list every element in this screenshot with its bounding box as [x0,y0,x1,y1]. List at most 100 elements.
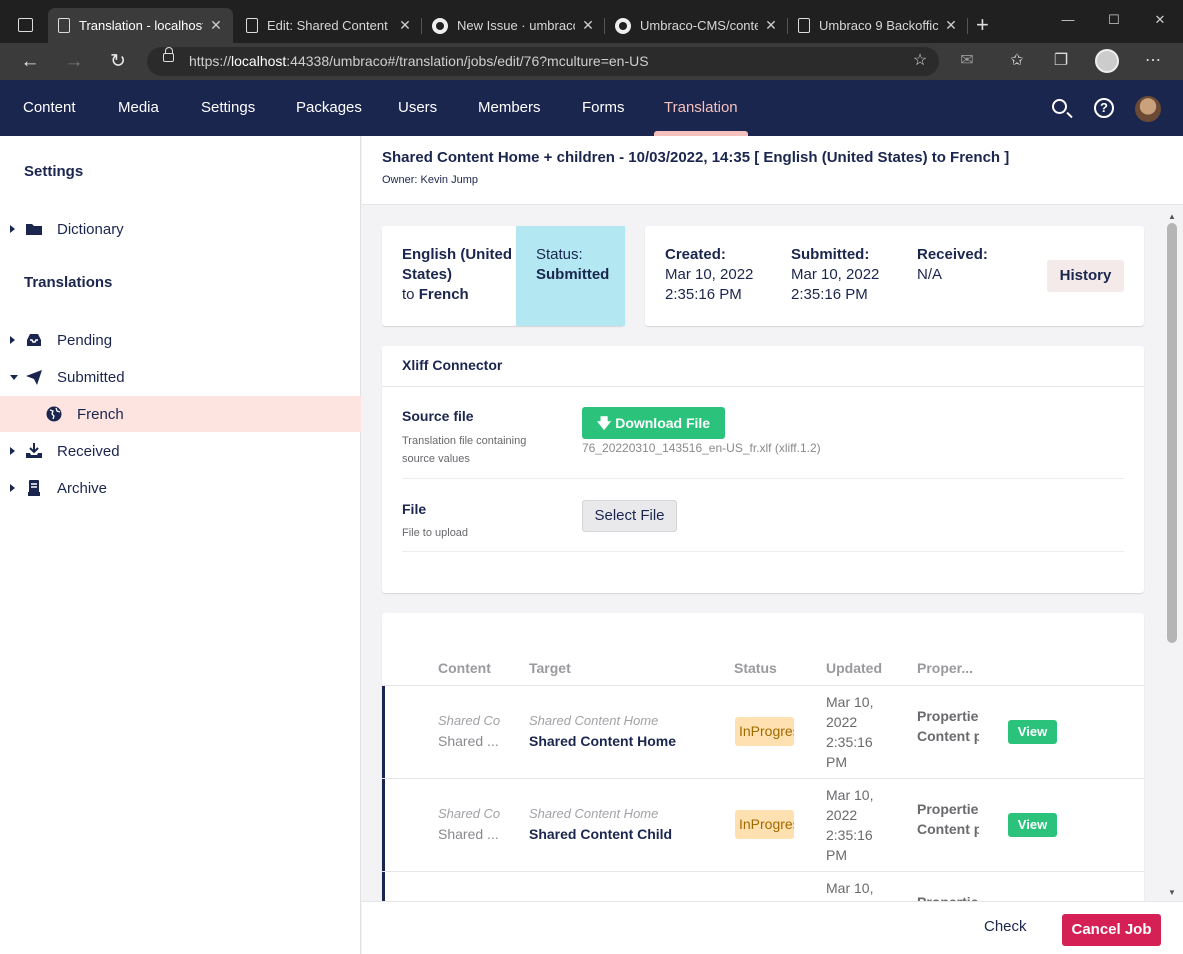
back-arrow-icon[interactable]: ← [17,49,43,75]
help-icon[interactable]: ? [1094,98,1114,118]
refresh-icon[interactable]: ↻ [105,49,131,75]
close-icon[interactable]: ✕ [209,17,223,34]
download-file-button[interactable]: 🡇 Download File [582,407,725,439]
tab-actions-icon[interactable] [18,18,33,32]
close-icon[interactable]: ✕ [581,17,595,34]
scroll-up-icon[interactable]: ▲ [1168,212,1176,221]
new-tab-icon[interactable]: + [976,14,989,36]
section-translation[interactable]: Translation [664,80,738,136]
column-header-status[interactable]: Status [734,660,777,676]
page-title: Shared Content Home + children - 10/03/2… [382,149,1010,166]
target-path: Shared Content Home [529,713,659,728]
updated-line: 2:35:16 [826,827,873,843]
caret-right-icon[interactable] [10,484,15,492]
received-info: Received: N/A [917,245,988,285]
close-icon[interactable]: ✕ [764,17,778,34]
tab-translation[interactable]: Translation - localhost ✕ [48,8,233,43]
lock-icon[interactable] [163,47,174,62]
github-icon [432,17,448,34]
more-menu-icon[interactable]: ⋯ [1142,51,1164,71]
section-content[interactable]: Content [23,80,76,136]
close-icon[interactable]: ✕ [398,17,412,34]
cancel-job-button[interactable]: Cancel Job [1062,914,1161,946]
user-avatar[interactable] [1135,96,1161,122]
document-icon [798,18,810,33]
editor-content[interactable]: English (United States) to French Status… [362,206,1183,901]
tab-new-issue[interactable]: New Issue · umbraco/Umbraco-CMS ✕ [422,8,605,43]
target-path: Shared Content Home [529,806,659,821]
column-header-properties[interactable]: Proper... [917,660,973,676]
tab-umbraco-9-backoffice[interactable]: Umbraco 9 Backoffice ✕ [788,8,968,43]
table-row[interactable]: Shared Content Child Shared ... Shared C… [382,778,1144,872]
created-date: Mar 10, 2022 [665,266,754,283]
search-icon[interactable] [1052,99,1067,114]
settings-heading: Settings [24,163,84,180]
submitted-date: Mar 10, 2022 [791,266,880,283]
table-row[interactable]: Shared Content Home Shared ... Shared Co… [382,685,1144,779]
forward-arrow-icon[interactable]: → [61,49,87,75]
column-header-content[interactable]: Content [438,660,491,676]
tab-umbraco-cms[interactable]: Umbraco-CMS/content ✕ [605,8,788,43]
view-button[interactable]: View [1008,813,1057,837]
column-header-updated[interactable]: Updated [826,660,882,676]
tree-item-pending[interactable]: Pending [0,322,361,358]
section-settings[interactable]: Settings [201,80,255,136]
document-icon [58,18,70,33]
scroll-down-icon[interactable]: ▼ [1168,888,1176,897]
folder-icon [26,224,42,235]
collections-icon[interactable]: ❐ [1050,51,1072,71]
caret-right-icon[interactable] [10,225,15,233]
received-label: Received: [917,246,988,263]
tree-item-french[interactable]: French [0,396,361,432]
history-button[interactable]: History [1047,260,1124,292]
tab-edit-shared-content[interactable]: Edit: Shared Content Home ✕ [236,8,422,43]
check-button[interactable]: Check [984,918,1027,935]
table-row[interactable]: Mar 10, Properties [382,871,1144,901]
updated-date: Mar 10, [826,878,873,898]
inbox-icon [27,334,41,346]
close-window-icon[interactable]: ✕ [1137,0,1183,40]
target-language: French [418,286,469,303]
caret-right-icon[interactable] [10,336,15,344]
tree-item-archive[interactable]: Archive [0,470,361,506]
submitted-time: 2:35:16 PM [791,286,868,303]
updated-line: Mar 10, [826,787,874,803]
tree-item-dictionary[interactable]: Dictionary [0,211,361,247]
caret-down-icon[interactable] [10,374,18,380]
tree-item-submitted[interactable]: Submitted [0,359,361,395]
section-users[interactable]: Users [398,80,437,136]
download-file-label: Download File [615,415,711,431]
section-media[interactable]: Media [118,80,159,136]
tree-item-label: Dictionary [57,220,124,238]
caret-right-icon[interactable] [10,447,15,455]
created-info: Created: Mar 10, 2022 2:35:16 PM [665,245,753,305]
status-badge: InProgress [735,810,794,839]
view-button[interactable]: View [1008,720,1057,744]
target-name: Shared Content Home [529,733,677,749]
section-packages[interactable]: Packages [296,80,362,136]
status-badge: Submitted [536,266,610,283]
updated-line: 2022 [826,807,858,823]
profile-avatar[interactable] [1095,49,1119,73]
content-name: Shared ... [438,733,499,749]
mail-icon[interactable]: ✉ [956,51,978,71]
section-members[interactable]: Members [478,80,541,136]
tree-item-received[interactable]: Received [0,433,361,469]
column-header-target[interactable]: Target [529,660,571,676]
minimize-icon[interactable]: — [1045,0,1091,40]
submitted-info: Submitted: Mar 10, 2022 2:35:16 PM [791,245,879,305]
scrollbar-thumb[interactable] [1167,223,1177,643]
maximize-icon[interactable]: ☐ [1091,0,1137,40]
favorite-add-icon[interactable]: ☆ [909,51,931,71]
tab-bar: Translation - localhost ✕ Edit: Shared C… [0,0,1183,43]
window-controls: — ☐ ✕ [1045,0,1183,40]
section-forms[interactable]: Forms [582,80,625,136]
dates-card: Created: Mar 10, 2022 2:35:16 PM Submitt… [645,226,1144,326]
created-time: 2:35:16 PM [665,286,742,303]
select-file-button[interactable]: Select File [582,500,677,532]
browser-window: Translation - localhost ✕ Edit: Shared C… [0,0,1183,954]
tab-title: Edit: Shared Content Home [267,18,392,33]
close-icon[interactable]: ✕ [944,17,958,34]
favorites-icon[interactable]: ✩ [1006,51,1028,71]
url-field[interactable]: https://localhost:44338/umbraco#/transla… [147,47,939,76]
